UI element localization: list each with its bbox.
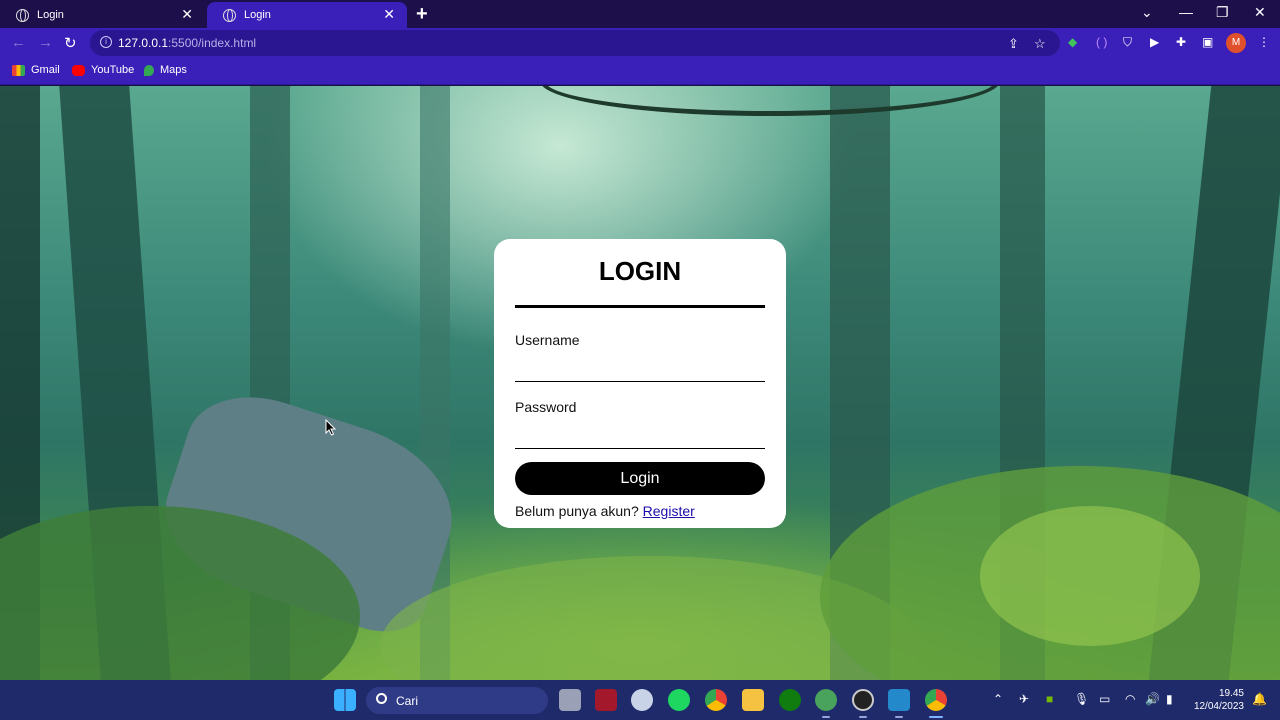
- new-tab-button[interactable]: +: [416, 3, 428, 26]
- username-field: Username: [515, 332, 765, 382]
- display-icon[interactable]: ▭: [1099, 692, 1110, 706]
- login-button[interactable]: Login: [515, 462, 765, 495]
- register-prompt: Belum punya akun? Register: [515, 503, 765, 519]
- chrome-icon[interactable]: [705, 689, 727, 711]
- tab-strip: Login ✕ Login ✕ + ⌄ — ❐ ✕: [0, 0, 1280, 28]
- obs-icon[interactable]: [852, 689, 874, 711]
- bookmark-star-icon[interactable]: ☆: [1034, 36, 1046, 52]
- url-text[interactable]: 127.0.0.1:5500/index.html: [118, 36, 256, 50]
- shield-icon[interactable]: ⛉: [1123, 35, 1132, 50]
- clock-time: 19.45: [1218, 688, 1244, 699]
- password-label: Password: [515, 399, 577, 415]
- page-viewport: LOGIN Username Password Login Belum puny…: [0, 86, 1280, 680]
- register-link[interactable]: Register: [643, 503, 695, 519]
- address-bar[interactable]: i 127.0.0.1:5500/index.html ⇪ ☆: [90, 30, 1060, 56]
- reload-button[interactable]: ↻: [64, 34, 77, 52]
- xbox-icon[interactable]: [779, 689, 801, 711]
- app-icon[interactable]: [595, 689, 617, 711]
- bookmark-youtube[interactable]: YouTube: [72, 64, 134, 76]
- taskbar: Cari ⌃ ✈ ■ 🎙 ▭ ◠ 🔊 ▮ 19.45 12/04/2023 🔔: [0, 680, 1280, 720]
- back-button[interactable]: ←: [11, 34, 26, 51]
- username-input[interactable]: [515, 358, 765, 382]
- forward-button[interactable]: →: [38, 34, 53, 51]
- extension-icon[interactable]: ◆: [1068, 35, 1077, 49]
- search-icon: [376, 693, 387, 704]
- globe-icon: [16, 8, 29, 22]
- password-input[interactable]: [515, 425, 765, 449]
- tab-title: Login: [244, 9, 271, 21]
- login-title: LOGIN: [515, 256, 765, 308]
- bookmark-gmail[interactable]: Gmail: [12, 64, 60, 76]
- close-icon[interactable]: ✕: [383, 6, 395, 23]
- gmail-icon: [12, 64, 25, 76]
- play-extension-icon[interactable]: ▶: [1150, 35, 1159, 49]
- task-view-icon[interactable]: [559, 689, 581, 711]
- extension-icon[interactable]: ( ): [1096, 35, 1107, 49]
- app-icon[interactable]: [815, 689, 837, 711]
- menu-icon[interactable]: ⋮: [1258, 35, 1270, 49]
- username-label: Username: [515, 332, 580, 348]
- taskbar-search[interactable]: Cari: [366, 687, 548, 714]
- globe-icon: [223, 8, 236, 22]
- app-icon[interactable]: [631, 689, 653, 711]
- browser-toolbar: ← → ↻ i 127.0.0.1:5500/index.html ⇪ ☆ ◆ …: [0, 28, 1280, 58]
- microphone-icon[interactable]: 🎙: [1074, 692, 1089, 706]
- spotify-icon[interactable]: [668, 689, 690, 711]
- notification-icon[interactable]: 🔔: [1252, 692, 1267, 706]
- search-placeholder: Cari: [396, 694, 419, 708]
- tab-login-2[interactable]: Login ✕: [207, 2, 407, 28]
- site-info-icon[interactable]: i: [100, 36, 112, 48]
- close-window-button[interactable]: ✕: [1254, 4, 1266, 21]
- battery-icon[interactable]: ▮: [1166, 692, 1173, 706]
- password-field: Password: [515, 399, 765, 449]
- tab-search-icon[interactable]: ⌄: [1141, 4, 1153, 21]
- maximize-button[interactable]: ❐: [1216, 4, 1229, 21]
- youtube-icon: [72, 64, 85, 76]
- puzzle-icon[interactable]: ✚: [1176, 35, 1186, 49]
- tab-title: Login: [37, 9, 64, 21]
- maps-icon: [144, 64, 154, 76]
- volume-icon[interactable]: 🔊: [1145, 692, 1160, 706]
- bookmarks-bar: Gmail YouTube Maps: [0, 58, 1280, 85]
- tray-app-icon[interactable]: ✈: [1019, 692, 1029, 706]
- system-clock[interactable]: 19.45 12/04/2023: [1192, 687, 1244, 713]
- nvidia-icon[interactable]: ■: [1046, 692, 1053, 706]
- chrome-icon[interactable]: [925, 689, 947, 711]
- file-explorer-icon[interactable]: [742, 689, 764, 711]
- tab-login-1[interactable]: Login ✕: [0, 2, 205, 28]
- mouse-cursor-icon: [325, 419, 337, 436]
- clock-date: 12/04/2023: [1193, 701, 1244, 712]
- profile-avatar[interactable]: M: [1226, 33, 1246, 53]
- windows-start-icon[interactable]: [334, 689, 356, 711]
- side-panel-icon[interactable]: ▣: [1202, 35, 1213, 49]
- bookmark-maps[interactable]: Maps: [144, 64, 187, 76]
- close-icon[interactable]: ✕: [181, 6, 193, 23]
- share-icon[interactable]: ⇪: [1008, 36, 1019, 52]
- wifi-icon[interactable]: ◠: [1125, 692, 1135, 706]
- login-card: LOGIN Username Password Login Belum puny…: [494, 239, 786, 528]
- minimize-button[interactable]: —: [1179, 4, 1193, 20]
- chevron-up-icon[interactable]: ⌃: [993, 692, 1003, 706]
- vscode-icon[interactable]: [888, 689, 910, 711]
- register-prompt-text: Belum punya akun?: [515, 503, 639, 519]
